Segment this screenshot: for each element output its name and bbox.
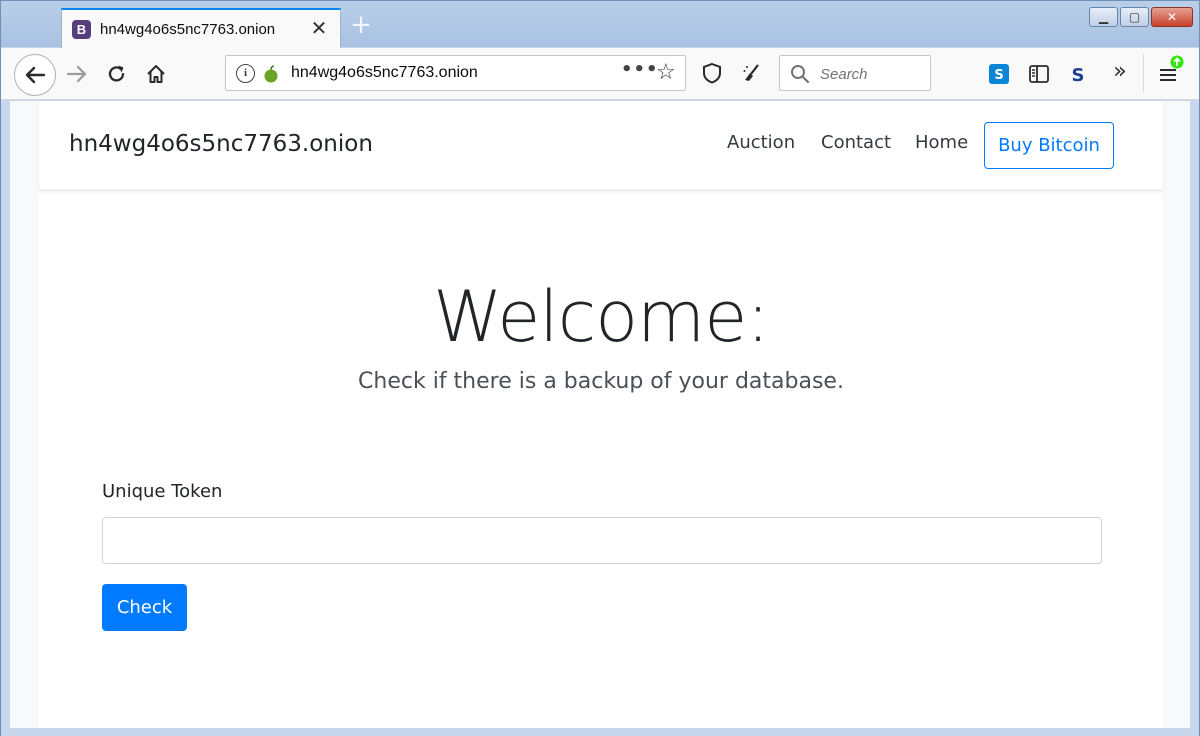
update-badge-icon xyxy=(1170,55,1184,69)
shield-icon[interactable] xyxy=(701,62,723,84)
url-text[interactable]: hn4wg4o6s5nc7763.onion xyxy=(291,64,478,82)
window-bottom-frame xyxy=(1,728,1199,736)
maximize-button[interactable]: ▢ xyxy=(1120,7,1149,27)
menu-button[interactable] xyxy=(1152,55,1184,91)
nav-link-home[interactable]: Home xyxy=(915,132,968,153)
check-button[interactable]: Check xyxy=(102,584,187,631)
sidebar-icon[interactable] xyxy=(1028,63,1050,85)
unique-token-label: Unique Token xyxy=(102,481,223,502)
nav-link-auction[interactable]: Auction xyxy=(727,132,795,153)
page-actions-icon[interactable]: ••• xyxy=(621,59,659,80)
search-placeholder: Search xyxy=(820,66,868,83)
noscript-broom-icon[interactable] xyxy=(741,62,763,84)
reload-icon xyxy=(108,65,125,82)
site-navbar: hn4wg4o6s5nc7763.onion Auction Contact H… xyxy=(39,101,1163,190)
site-brand-link[interactable]: hn4wg4o6s5nc7763.onion xyxy=(69,131,373,157)
forward-arrow-icon xyxy=(66,65,87,83)
page-container: hn4wg4o6s5nc7763.onion Auction Contact H… xyxy=(39,101,1163,728)
page-title: Welcome: xyxy=(433,276,770,358)
home-icon xyxy=(147,65,165,83)
overflow-chevron-icon[interactable]: » xyxy=(1104,59,1136,91)
home-button[interactable] xyxy=(140,58,172,90)
back-arrow-icon xyxy=(25,66,46,84)
tab-active[interactable]: B hn4wg4o6s5nc7763.onion ✕ xyxy=(61,8,341,48)
svg-text:S: S xyxy=(1072,65,1085,85)
browser-window: B hn4wg4o6s5nc7763.onion ✕ + ▁ ▢ ✕ i hn4… xyxy=(0,0,1200,736)
tab-title: hn4wg4o6s5nc7763.onion xyxy=(100,21,276,38)
back-button[interactable] xyxy=(14,54,56,96)
site-info-icon[interactable]: i xyxy=(236,64,255,83)
window-controls: ▁ ▢ ✕ xyxy=(1089,7,1193,29)
skype-extension-icon[interactable]: S xyxy=(988,63,1010,85)
url-bar[interactable]: i hn4wg4o6s5nc7763.onion ••• ☆ xyxy=(225,55,686,91)
buy-bitcoin-button[interactable]: Buy Bitcoin xyxy=(984,122,1114,169)
tab-strip: B hn4wg4o6s5nc7763.onion ✕ + ▁ ▢ ✕ xyxy=(1,1,1199,48)
page-viewport: hn4wg4o6s5nc7763.onion Auction Contact H… xyxy=(10,101,1190,728)
page-subtitle: Check if there is a backup of your datab… xyxy=(358,369,844,394)
minimize-button[interactable]: ▁ xyxy=(1089,7,1118,27)
bookmark-star-icon[interactable]: ☆ xyxy=(656,60,676,85)
s-extension-icon[interactable]: S xyxy=(1067,63,1089,85)
search-bar[interactable]: Search xyxy=(779,55,931,91)
bootstrap-favicon-icon: B xyxy=(72,20,91,39)
close-window-button[interactable]: ✕ xyxy=(1151,7,1193,27)
onion-icon xyxy=(264,65,278,83)
nav-link-contact[interactable]: Contact xyxy=(821,132,891,153)
svg-text:S: S xyxy=(994,68,1003,83)
reload-button[interactable] xyxy=(101,58,133,90)
toolbar-divider xyxy=(1143,54,1144,92)
forward-button[interactable] xyxy=(61,58,93,90)
nav-toolbar: i hn4wg4o6s5nc7763.onion ••• ☆ Search S … xyxy=(1,48,1199,100)
new-tab-button[interactable]: + xyxy=(349,12,373,38)
tab-close-icon[interactable]: ✕ xyxy=(309,18,329,38)
unique-token-input[interactable] xyxy=(102,517,1102,564)
search-icon xyxy=(791,65,810,84)
